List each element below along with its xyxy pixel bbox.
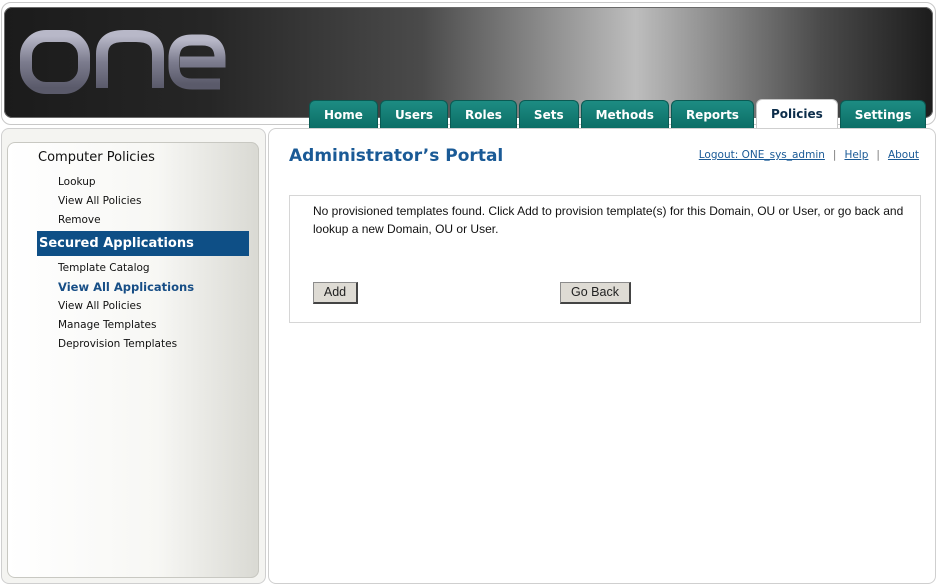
page-title: Administrator’s Portal xyxy=(289,146,504,166)
tab-home[interactable]: Home xyxy=(309,100,378,128)
tab-sets[interactable]: Sets xyxy=(518,100,579,128)
link-separator: | xyxy=(876,149,880,161)
sidebar-item-template-catalog[interactable]: Template Catalog xyxy=(58,262,150,274)
top-links: Logout: ONE_sys_admin | Help | About xyxy=(699,149,919,161)
tab-policies[interactable]: Policies xyxy=(755,99,838,129)
help-link[interactable]: Help xyxy=(844,149,868,161)
sidebar-item-manage-templates[interactable]: Manage Templates xyxy=(58,319,156,331)
sidebar-item-view-all-policies[interactable]: View All Policies xyxy=(58,195,141,207)
main-nav-tabs: Home Users Roles Sets Methods Reports Po… xyxy=(309,99,927,129)
sidebar-item-view-all-applications[interactable]: View All Applications xyxy=(58,280,194,294)
sidebar-heading-secured-applications: Secured Applications xyxy=(37,231,249,256)
tab-roles[interactable]: Roles xyxy=(450,100,517,128)
logout-link[interactable]: Logout: ONE_sys_admin xyxy=(699,149,825,161)
sidebar-item-lookup[interactable]: Lookup xyxy=(58,176,96,188)
go-back-button[interactable]: Go Back xyxy=(560,282,631,304)
one-logo xyxy=(20,30,226,94)
about-link[interactable]: About xyxy=(888,149,919,161)
sidebar-heading-computer-policies: Computer Policies xyxy=(38,150,155,165)
sidebar-item-view-all-policies-apps[interactable]: View All Policies xyxy=(58,300,141,312)
sidebar xyxy=(7,142,259,578)
no-templates-message: No provisioned templates found. Click Ad… xyxy=(313,204,904,236)
add-button[interactable]: Add xyxy=(313,282,358,304)
tab-settings[interactable]: Settings xyxy=(839,100,927,128)
tab-users[interactable]: Users xyxy=(379,100,449,128)
tab-reports[interactable]: Reports xyxy=(670,100,754,128)
sidebar-item-deprovision-templates[interactable]: Deprovision Templates xyxy=(58,338,177,350)
link-separator: | xyxy=(832,149,837,161)
tab-methods[interactable]: Methods xyxy=(580,100,669,128)
sidebar-item-remove[interactable]: Remove xyxy=(58,214,101,226)
